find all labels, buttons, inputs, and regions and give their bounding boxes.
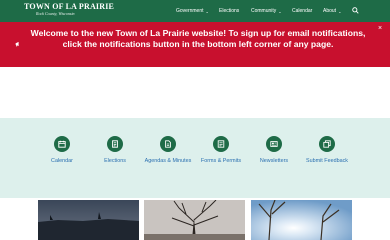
nav-item-government[interactable]: Government ⌄ xyxy=(176,0,209,22)
news-photo-sun-branches[interactable] xyxy=(251,200,352,240)
quick-link-label: Agendas & Minutes xyxy=(144,158,192,164)
nav-item-community[interactable]: Community ⌄ xyxy=(251,0,282,22)
nav-label: Community xyxy=(251,8,277,14)
quick-link-label: Elections xyxy=(104,158,126,164)
calendar-icon xyxy=(54,136,70,152)
close-icon[interactable]: × xyxy=(378,25,382,32)
nav-label: Government xyxy=(176,8,204,14)
nav-item-about[interactable]: About ⌄ xyxy=(323,0,341,22)
nav-label: About xyxy=(323,8,337,14)
search-icon[interactable] xyxy=(352,7,359,14)
chevron-down-icon: ⌄ xyxy=(338,8,342,14)
logo-subtitle: Rock County, Wisconsin xyxy=(36,11,75,16)
chevron-down-icon: ⌄ xyxy=(205,8,209,14)
megaphone-icon xyxy=(15,41,19,47)
newspaper-icon xyxy=(266,136,282,152)
site-header: TOWN OF LA PRAIRIE Rock County, Wisconsi… xyxy=(0,0,390,22)
nav-item-elections[interactable]: Elections xyxy=(219,0,239,22)
nav-label: Calendar xyxy=(292,8,313,14)
quick-link-label: Calendar xyxy=(51,158,73,164)
form-icon xyxy=(213,136,229,152)
news-photo-bare-tree[interactable] xyxy=(144,200,245,240)
ballot-icon xyxy=(107,136,123,152)
quick-links-bar: Calendar Elections Agendas & Minutes For… xyxy=(0,118,390,198)
quick-link-label: Forms & Permits xyxy=(200,158,242,164)
document-icon xyxy=(160,136,176,152)
feedback-icon xyxy=(319,136,335,152)
quick-link-label: Newsletters xyxy=(259,158,289,164)
alert-banner: Welcome to the new Town of La Prairie we… xyxy=(0,22,390,67)
site-logo[interactable]: TOWN OF LA PRAIRIE Rock County, Wisconsi… xyxy=(24,3,114,16)
nav-label: Elections xyxy=(219,8,240,14)
logo-title: TOWN OF LA PRAIRIE xyxy=(24,2,115,11)
news-photo-dusk-field[interactable] xyxy=(38,200,139,240)
chevron-down-icon: ⌄ xyxy=(278,8,282,14)
quick-link-label: Submit Feedback xyxy=(306,158,348,164)
alert-message: Welcome to the new Town of La Prairie we… xyxy=(30,28,366,49)
nav-item-calendar[interactable]: Calendar xyxy=(292,0,312,22)
